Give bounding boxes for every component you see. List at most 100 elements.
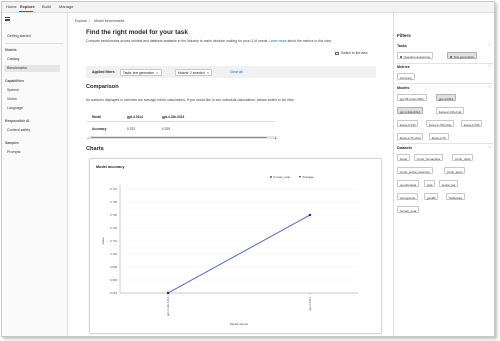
sidebar-item-content-safety[interactable]: Content safety	[7, 128, 30, 132]
clear-all-link[interactable]: Clear all	[230, 70, 242, 74]
sidebar-item-benchmarks[interactable]: Benchmarks	[7, 66, 27, 70]
tag-dataset[interactable]: winogrande	[397, 193, 419, 200]
breadcrumb-explore[interactable]: Explore	[75, 19, 87, 23]
sidebar-item-getting-started[interactable]: Getting started	[7, 34, 31, 38]
comparison-heading: Comparison	[86, 84, 119, 90]
filters-section-tasks[interactable]: Tasks	[397, 44, 407, 48]
active-tab-indicator	[19, 11, 33, 12]
list-view-icon	[335, 51, 339, 55]
tab-home[interactable]: Home	[6, 4, 17, 9]
close-icon[interactable]: ✕	[156, 71, 159, 75]
table-row-label: Accuracy	[92, 127, 107, 131]
close-icon[interactable]: ✕	[207, 71, 210, 75]
qa-icon	[399, 55, 403, 59]
filters-section-models[interactable]: Models	[397, 86, 409, 90]
y-tick-label: 0.694	[110, 291, 117, 295]
sidebar-item-vision[interactable]: Vision	[7, 97, 17, 101]
comparison-note: All numbers displayed in overview are av…	[86, 98, 295, 102]
page-title: Find the right model for your task	[86, 29, 188, 36]
applied-filters-label: Applied filters	[92, 70, 115, 74]
table-header-model: Model	[92, 115, 102, 119]
tag-model[interactable]: llama-2-70b	[461, 120, 483, 127]
tag-question-answering[interactable]: Question answering	[397, 52, 433, 59]
tag-model[interactable]: llama-2-13b-chat	[436, 107, 465, 114]
tag-model[interactable]: llama-2-13b	[397, 120, 419, 127]
page-description: Compare benchmarks across models and dat…	[86, 39, 332, 43]
tab-explore[interactable]: Explore	[20, 4, 35, 9]
scroll-right-icon[interactable]: ▸	[275, 136, 277, 140]
scroll-left-icon[interactable]: ◂	[87, 136, 89, 140]
menu-icon[interactable]	[5, 17, 10, 21]
panel-divider	[397, 143, 493, 144]
sidebar-divider	[5, 43, 63, 44]
tag-dataset[interactable]: social_iqa	[439, 180, 458, 187]
tab-build[interactable]: Build	[42, 4, 51, 9]
filters-panel: Filters Tasks ⌃ Question answering Text …	[393, 13, 494, 336]
sidebar-section-capabilities: Capabilities	[5, 79, 25, 83]
chevron-up-icon[interactable]: ⌃	[488, 44, 491, 48]
tag-model[interactable]: llama-2-7b-chat	[397, 133, 424, 140]
tag-accuracy[interactable]: Accuracy	[397, 73, 415, 80]
chevron-up-icon[interactable]: ⌃	[488, 65, 491, 69]
tag-dataset[interactable]: hellaswag	[446, 193, 465, 200]
y-tick-label: 0.696	[110, 278, 117, 282]
y-tick-label: 0.708	[110, 200, 117, 204]
tag-label: Text generation	[453, 54, 475, 59]
tag-model[interactable]: llama-2-7b	[429, 133, 449, 140]
switch-to-list-button[interactable]: Switch to list view	[335, 51, 368, 55]
chip-label: Tasks: text generation	[123, 71, 155, 76]
tag-dataset[interactable]: boolq	[397, 154, 410, 161]
switch-label: Switch to list view	[341, 51, 368, 55]
breadcrumb-separator: /	[89, 19, 90, 23]
filter-chip-tasks[interactable]: Tasks: text generation ✕	[120, 68, 162, 76]
x-tick-label: gpt-4-32k-0314	[166, 297, 170, 316]
filters-title: Filters	[397, 33, 411, 38]
tag-model[interactable]: gpt-4-0314	[436, 94, 457, 101]
filters-section-metrics[interactable]: Metrics	[397, 65, 410, 69]
sidebar-item-speech[interactable]: Speech	[7, 88, 19, 92]
chart-plot: 0.694 0.696 0.698 0.700 0.702 0.704 0.706 0.708…	[101, 185, 358, 326]
app-window: Home Explore Build Manage Getting starte…	[1, 1, 495, 337]
table-divider	[86, 121, 276, 122]
tag-dataset[interactable]: gsm8k	[424, 193, 439, 200]
tag-dataset[interactable]: openbookqa	[397, 180, 420, 187]
tag-dataset[interactable]: mmlu_humanities	[414, 154, 444, 161]
chevron-up-icon[interactable]: ⌃	[488, 146, 491, 150]
y-axis-label: Value	[101, 237, 105, 245]
sidebar-item-catalog[interactable]: Catalog	[7, 57, 19, 61]
table-header-col1: gpt-4-0314	[127, 115, 143, 119]
horizontal-scrollbar[interactable]: ◂ ▸	[87, 136, 277, 140]
sidebar-section-responsible-ai: Responsible AI	[5, 119, 30, 123]
tag-model[interactable]: gpt-4-32k-0314	[397, 107, 423, 114]
sidebar-item-prompts[interactable]: Prompts	[7, 150, 20, 154]
y-tick-label: 0.698	[110, 265, 117, 269]
tag-text-generation[interactable]: Text generation	[447, 52, 477, 59]
table-cell: 0.705	[162, 127, 170, 131]
tag-dataset[interactable]: mmlu_other	[452, 154, 474, 161]
text-icon	[449, 55, 453, 59]
panel-divider	[397, 63, 493, 64]
tab-manage[interactable]: Manage	[59, 4, 73, 9]
filter-chip-models[interactable]: Models: 2 selected ✕	[175, 68, 213, 76]
chevron-up-icon[interactable]: ⌃	[488, 86, 491, 90]
x-tick-label: gpt-4-0314	[308, 297, 312, 311]
learn-more-link[interactable]: Learn more	[269, 39, 286, 43]
tag-dataset[interactable]: piqa	[424, 180, 436, 187]
sidebar-item-language[interactable]: Language	[7, 106, 23, 110]
chip-label: Models: 2 selected	[178, 71, 205, 76]
y-tick-label: 0.702	[110, 239, 117, 243]
description-tail: about the metrics in this view.	[287, 39, 332, 43]
tag-model[interactable]: gpt-35-turbo-0301	[397, 94, 427, 101]
top-nav: Home Explore Build Manage	[2, 2, 494, 13]
sidebar: Getting started Models Catalog Benchmark…	[2, 13, 68, 336]
tag-dataset[interactable]: human_eval	[397, 206, 419, 213]
description-text: Compare benchmarks across models and dat…	[86, 39, 269, 43]
x-axis-label: Model names	[230, 322, 249, 326]
tag-dataset[interactable]: mmlu_social_sciences	[397, 167, 433, 174]
y-tick-label: 0.706	[110, 213, 117, 217]
tag-model[interactable]: llama-2-70b-chat	[426, 120, 455, 127]
tag-dataset[interactable]: mmlu_stem	[444, 167, 466, 174]
filters-section-datasets[interactable]: Datasets	[397, 146, 412, 150]
data-point	[308, 213, 312, 217]
scrollbar-thumb[interactable]	[91, 136, 267, 139]
